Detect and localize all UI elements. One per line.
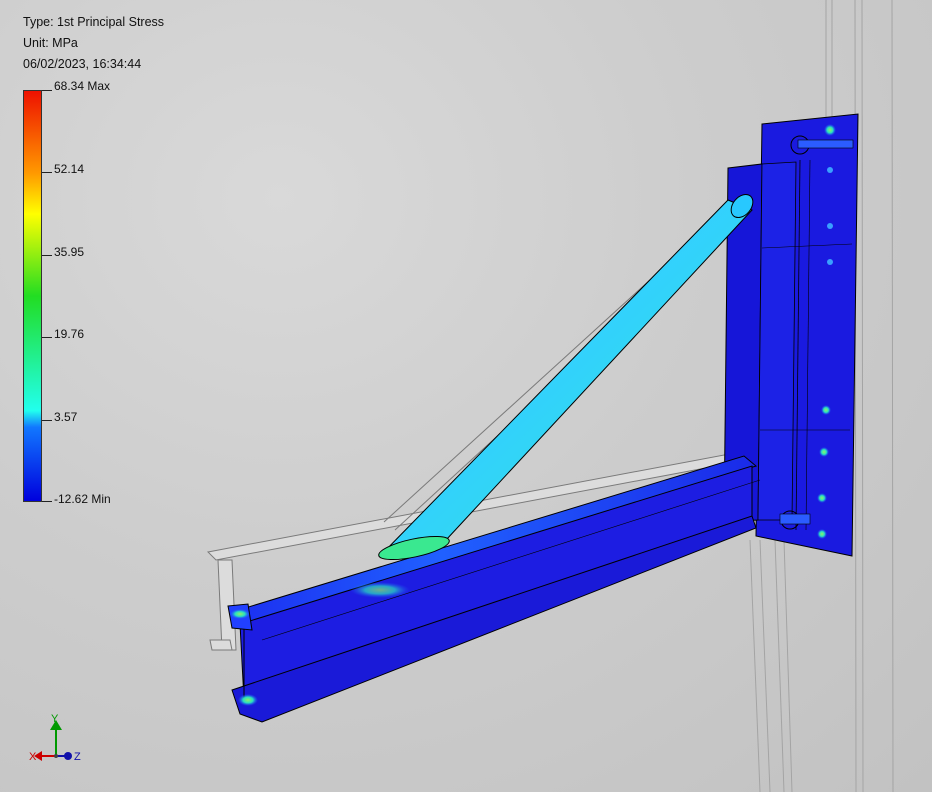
stress-color-legend — [23, 90, 42, 502]
legend-tick — [42, 255, 52, 256]
fea-model-scene[interactable]: Y X Z — [0, 0, 932, 792]
legend-label-min: -12.62 Min — [54, 492, 111, 506]
graphics-viewport[interactable]: Y X Z Type: 1st Principal Stress Unit: M… — [0, 0, 932, 792]
result-type-label: Type: 1st Principal Stress — [23, 15, 165, 29]
legend-label: 35.95 — [54, 245, 85, 259]
i-beam — [227, 455, 761, 723]
z-axis-label: Z — [74, 751, 81, 763]
legend-label: 19.76 — [54, 327, 85, 341]
z-axis-dot — [64, 752, 72, 760]
coordinate-triad: Y X Z — [29, 713, 81, 763]
legend-tick — [42, 501, 52, 502]
legend-label-max: 68.34 Max — [54, 79, 111, 93]
legend-tick — [42, 90, 52, 91]
result-unit-label: Unit: MPa — [23, 36, 78, 50]
legend-tick — [42, 337, 52, 338]
x-axis-label: X — [29, 751, 37, 763]
result-timestamp: 06/02/2023, 16:34:44 — [23, 57, 142, 71]
legend-tick — [42, 172, 52, 173]
y-axis-label: Y — [51, 713, 59, 725]
legend-label: 52.14 — [54, 162, 85, 176]
legend-label: 3.57 — [54, 410, 78, 424]
legend-tick — [42, 420, 52, 421]
